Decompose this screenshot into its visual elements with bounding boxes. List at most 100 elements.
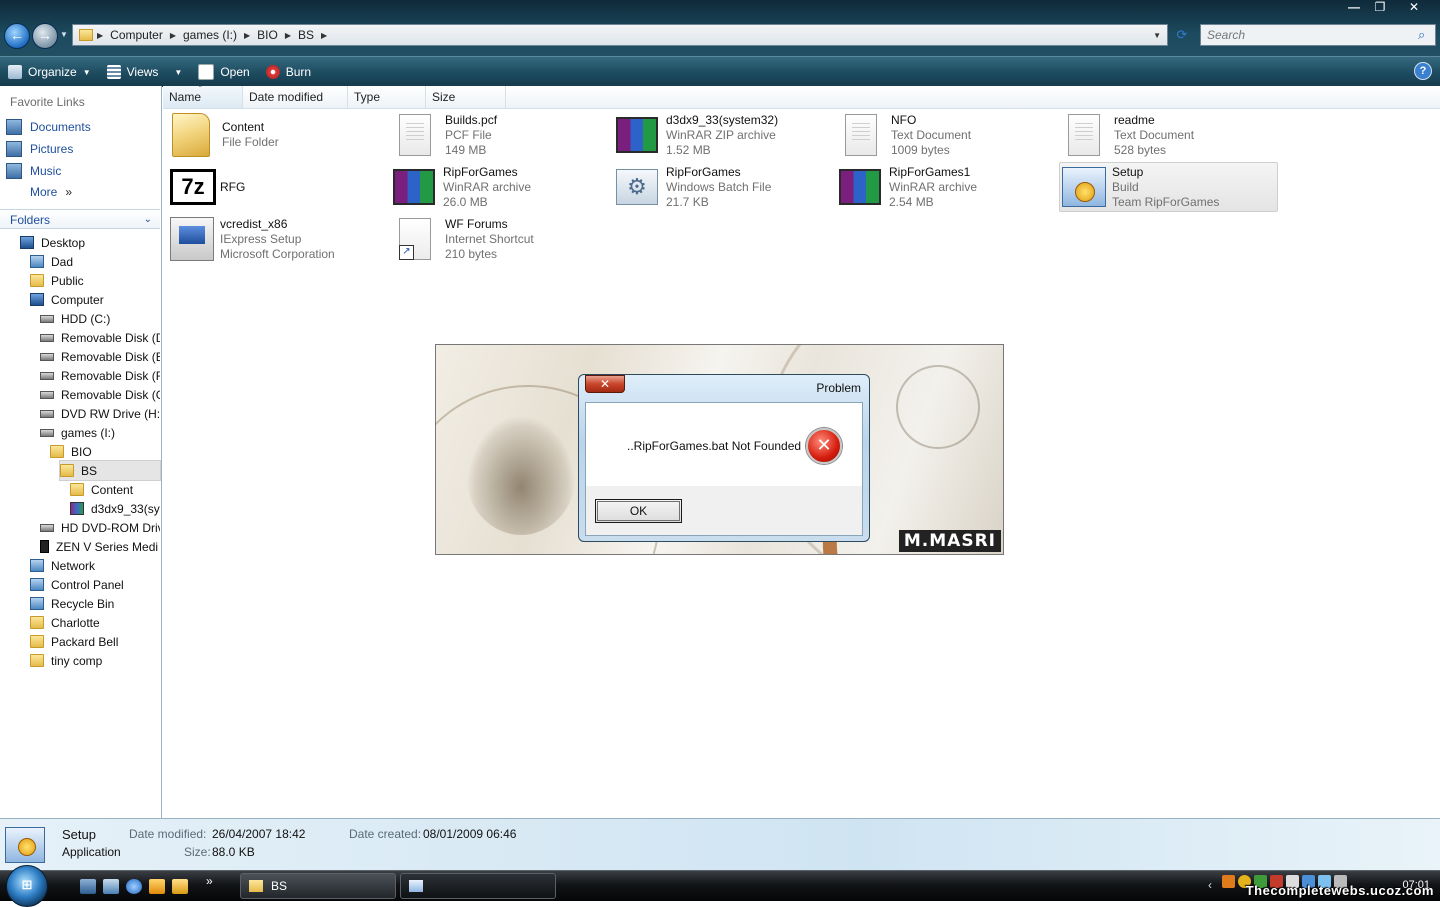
tree-item[interactable]: Removable Disk (D [40,328,160,347]
file-item[interactable]: vcredist_x86 IExpress Setup Microsoft Corp… [168,215,388,265]
tree-item[interactable]: d3dx9_33(sys [70,499,160,518]
file-item[interactable]: NFO Text Document 1009 bytes [837,111,1057,161]
burn-button[interactable]: Burn [258,59,319,85]
breadcrumb-bs[interactable]: BS [291,28,321,42]
file-item-text: vcredist_x86 IExpress Setup Microsoft Corp… [220,215,335,265]
file-item[interactable]: readme Text Document 528 bytes [1060,111,1280,161]
removable-disk-icon [40,352,54,361]
taskbar-button-setup[interactable] [400,873,556,899]
search-input[interactable]: Search [1200,24,1436,46]
tree-item-label: d3dx9_33(sys [91,501,160,516]
column-size[interactable]: Size [426,86,506,108]
ok-button[interactable]: OK [595,499,682,523]
window-controls: — ❐ ✕ [1342,0,1434,18]
chevron-down-icon: ▼ [82,67,91,77]
tree-item[interactable]: Removable Disk (E [40,347,160,366]
file-type: Build [1112,180,1139,194]
tree-item[interactable]: Removable Disk (G [40,385,160,404]
column-name[interactable]: Name ˆ [163,85,243,108]
tree-item[interactable]: Content [70,480,160,499]
favorite-documents[interactable]: Documents [6,119,91,135]
tray-app-icon[interactable] [1222,875,1235,888]
dialog-title: Problem [816,381,861,395]
tree-item-label: Computer [51,292,104,307]
tree-item[interactable]: tiny comp [30,651,160,670]
file-detail: 528 bytes [1114,143,1167,157]
back-button[interactable]: ← [4,23,30,49]
address-dropdown-icon[interactable]: ▼ [1153,31,1161,40]
breadcrumb-bio[interactable]: BIO [250,28,285,42]
views-button[interactable]: Views ▼ [99,59,191,85]
breadcrumb-computer[interactable]: Computer [103,28,170,42]
tree-item[interactable]: Packard Bell [30,632,160,651]
tree-item[interactable]: Control Panel [30,575,160,594]
forward-button[interactable]: → [32,23,58,49]
quick-launch-more-icon[interactable]: » [206,874,213,888]
address-bar[interactable]: ▶ Computer ▶ games (I:) ▶ BIO ▶ BS ▶ ▼ [72,24,1168,46]
file-item-text: d3dx9_33(system32) WinRAR ZIP archive 1.52… [666,111,778,161]
file-item[interactable]: RipForGames WinRAR archive 26.0 MB [391,163,611,213]
tree-item[interactable]: Recycle Bin [30,594,160,613]
dialog-close-button[interactable]: ✕ [585,375,625,393]
removable-disk-icon [40,371,54,380]
tree-item[interactable]: Dad [30,252,160,271]
file-type: WinRAR ZIP archive [666,128,776,142]
favorite-more[interactable]: More» [30,185,72,199]
column-date-modified[interactable]: Date modified [243,86,348,108]
organize-icon [8,65,22,79]
recent-pages-chevron-icon[interactable]: ▼ [60,30,68,39]
tree-item[interactable]: Computer [30,290,160,309]
tree-item[interactable]: BIO [50,442,160,461]
file-type: IExpress Setup [220,232,302,246]
tree-item[interactable]: HDD (C:) [40,309,160,328]
media-player-icon[interactable] [149,879,165,894]
search-icon[interactable]: ⌕ [1418,27,1425,43]
file-item[interactable]: ⚙ RipForGames Windows Batch File 21.7 KB [614,163,834,213]
refresh-icon[interactable]: ⟳ [1171,25,1193,45]
tree-item[interactable]: Desktop [20,233,160,252]
file-item[interactable]: Builds.pcf PCF File 149 MB [391,111,611,161]
tree-item-label: BS [81,463,98,478]
file-type: PCF File [445,128,492,142]
tree-item[interactable]: BS [59,460,161,481]
minimize-button[interactable]: — [1342,0,1366,16]
breadcrumb-games[interactable]: games (I:) [176,28,244,42]
tree-item[interactable]: DVD RW Drive (H:) [40,404,160,423]
organize-button[interactable]: Organize ▼ [0,59,99,85]
tree-item-label: Removable Disk (G [61,387,160,402]
file-type: File Folder [222,135,279,149]
tree-item[interactable]: ZEN V Series Medi [40,537,160,556]
tree-item[interactable]: Network [30,556,160,575]
tree-item[interactable]: HD DVD-ROM Driv [40,518,160,537]
taskbar-button-bs[interactable]: BS [240,873,396,899]
file-item[interactable]: 7z RFG [168,163,388,213]
switch-windows-icon[interactable] [103,879,119,894]
file-item[interactable]: Setup Build Team RipForGames [1060,163,1280,213]
column-type[interactable]: Type [348,86,426,108]
restore-button[interactable]: ❐ [1368,0,1392,16]
tray-expand-icon[interactable]: ‹ [1208,878,1212,892]
clock-app-icon[interactable] [172,879,188,894]
chevron-down-icon: ⌄ [143,214,152,225]
close-button[interactable]: ✕ [1394,0,1434,16]
folders-header[interactable]: Folders ⌄ [0,209,160,229]
start-button[interactable]: ⊞ [6,865,48,907]
file-item[interactable]: RipForGames1 WinRAR archive 2.54 MB [837,163,1057,213]
tree-item[interactable]: Charlotte [30,613,160,632]
tree-item-label: HDD (C:) [61,311,111,326]
tree-item[interactable]: Removable Disk (F [40,366,160,385]
favorite-music[interactable]: Music [6,163,61,179]
details-file-kind: Application [62,845,121,859]
file-item[interactable]: d3dx9_33(system32) WinRAR ZIP archive 1.52… [614,111,834,161]
tree-item[interactable]: games (I:) [40,423,160,442]
file-item[interactable]: Content File Folder [168,111,388,161]
show-desktop-icon[interactable] [80,879,96,894]
folder-icon [70,483,84,496]
file-item[interactable]: WF ForumsInternet Shortcut210 bytes [391,215,611,265]
tree-item[interactable]: Public [30,271,160,290]
internet-explorer-icon[interactable] [126,879,142,894]
favorite-pictures[interactable]: Pictures [6,141,73,157]
breadcrumb-chevron-icon[interactable]: ▶ [321,31,327,40]
details-file-name: Setup [62,827,96,842]
help-button[interactable]: ? [1414,62,1432,80]
